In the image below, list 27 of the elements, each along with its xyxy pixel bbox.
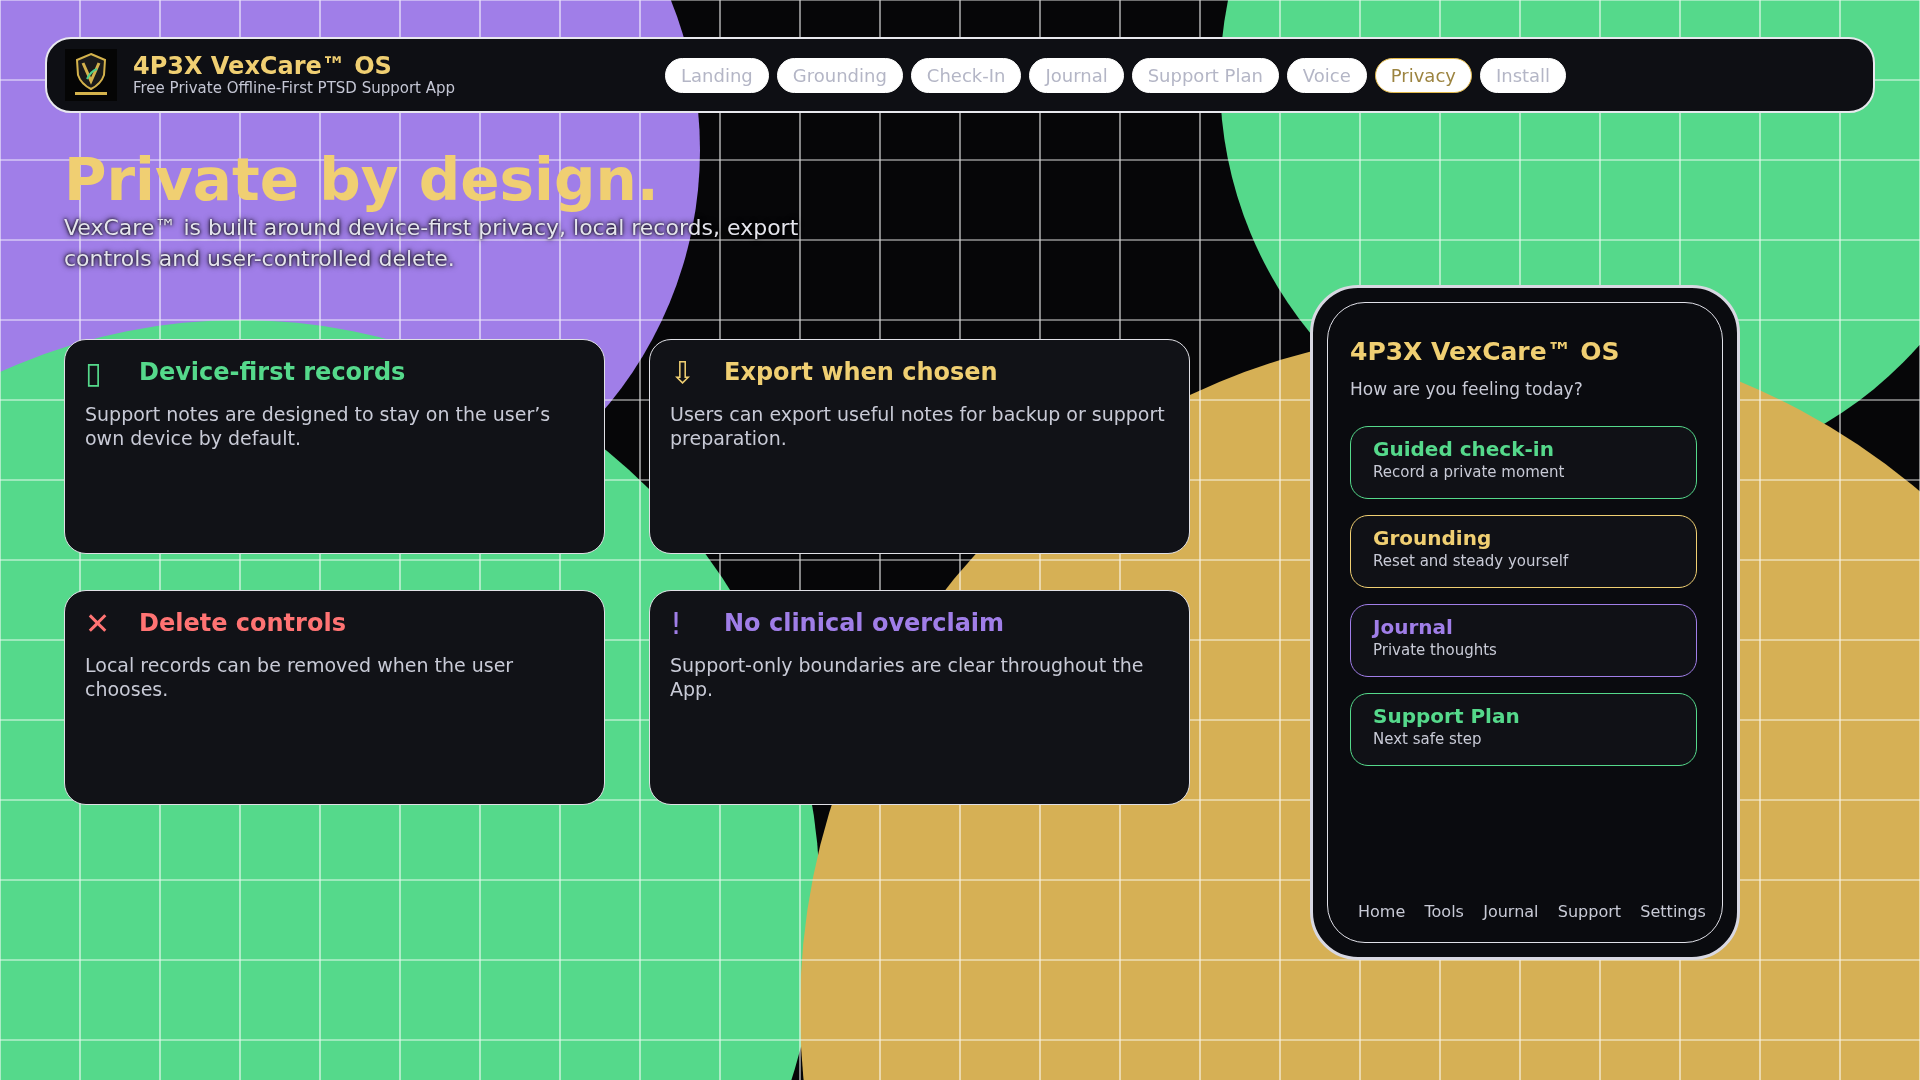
nav-item[interactable]: Home: [1358, 900, 1406, 924]
nav-item[interactable]: Support: [1557, 900, 1622, 924]
card-text: Support notes are designed to stay on the user’s own device by default.: [85, 401, 552, 451]
shield-logo-icon: [65, 49, 117, 101]
menu-card[interactable]: Grounding Reset and steady yourself: [1350, 515, 1697, 588]
card-icon: !: [670, 608, 700, 639]
app-title: 4P3X VexCare™ OS: [133, 52, 393, 80]
card-icon: ⇩: [670, 357, 700, 388]
card-title: No clinical overclaim: [724, 609, 1005, 638]
app-subtitle: Free Private Offline-First PTSD Support App: [133, 79, 456, 98]
nav-item[interactable]: Journal: [1483, 900, 1539, 924]
card-text: Users can export useful notes for backup or support preparation.: [670, 401, 1166, 451]
prompt-text: How are you feeling today?: [1350, 377, 1584, 401]
card-icon: ✕: [85, 608, 115, 639]
menu-card[interactable]: Guided check-in Record a private moment: [1350, 426, 1697, 499]
card-title: Device-first records: [139, 358, 406, 387]
card-icon: ▯: [85, 357, 115, 388]
nav-tab[interactable]: Privacy: [1374, 57, 1472, 93]
menu-card[interactable]: Journal Private thoughts: [1350, 604, 1697, 677]
nav-item[interactable]: Tools: [1424, 900, 1464, 924]
card-text: Support-only boundaries are clear throughout the App.: [670, 652, 1145, 702]
app-title: 4P3X VexCare™ OS: [1350, 336, 1621, 368]
menu-card[interactable]: Support Plan Next safe step: [1350, 693, 1697, 766]
card-title: Export when chosen: [724, 358, 998, 387]
card-title: Delete controls: [139, 609, 346, 638]
card-text: Local records can be removed when the user chooses.: [85, 652, 515, 702]
nav-item[interactable]: Settings: [1640, 900, 1706, 924]
